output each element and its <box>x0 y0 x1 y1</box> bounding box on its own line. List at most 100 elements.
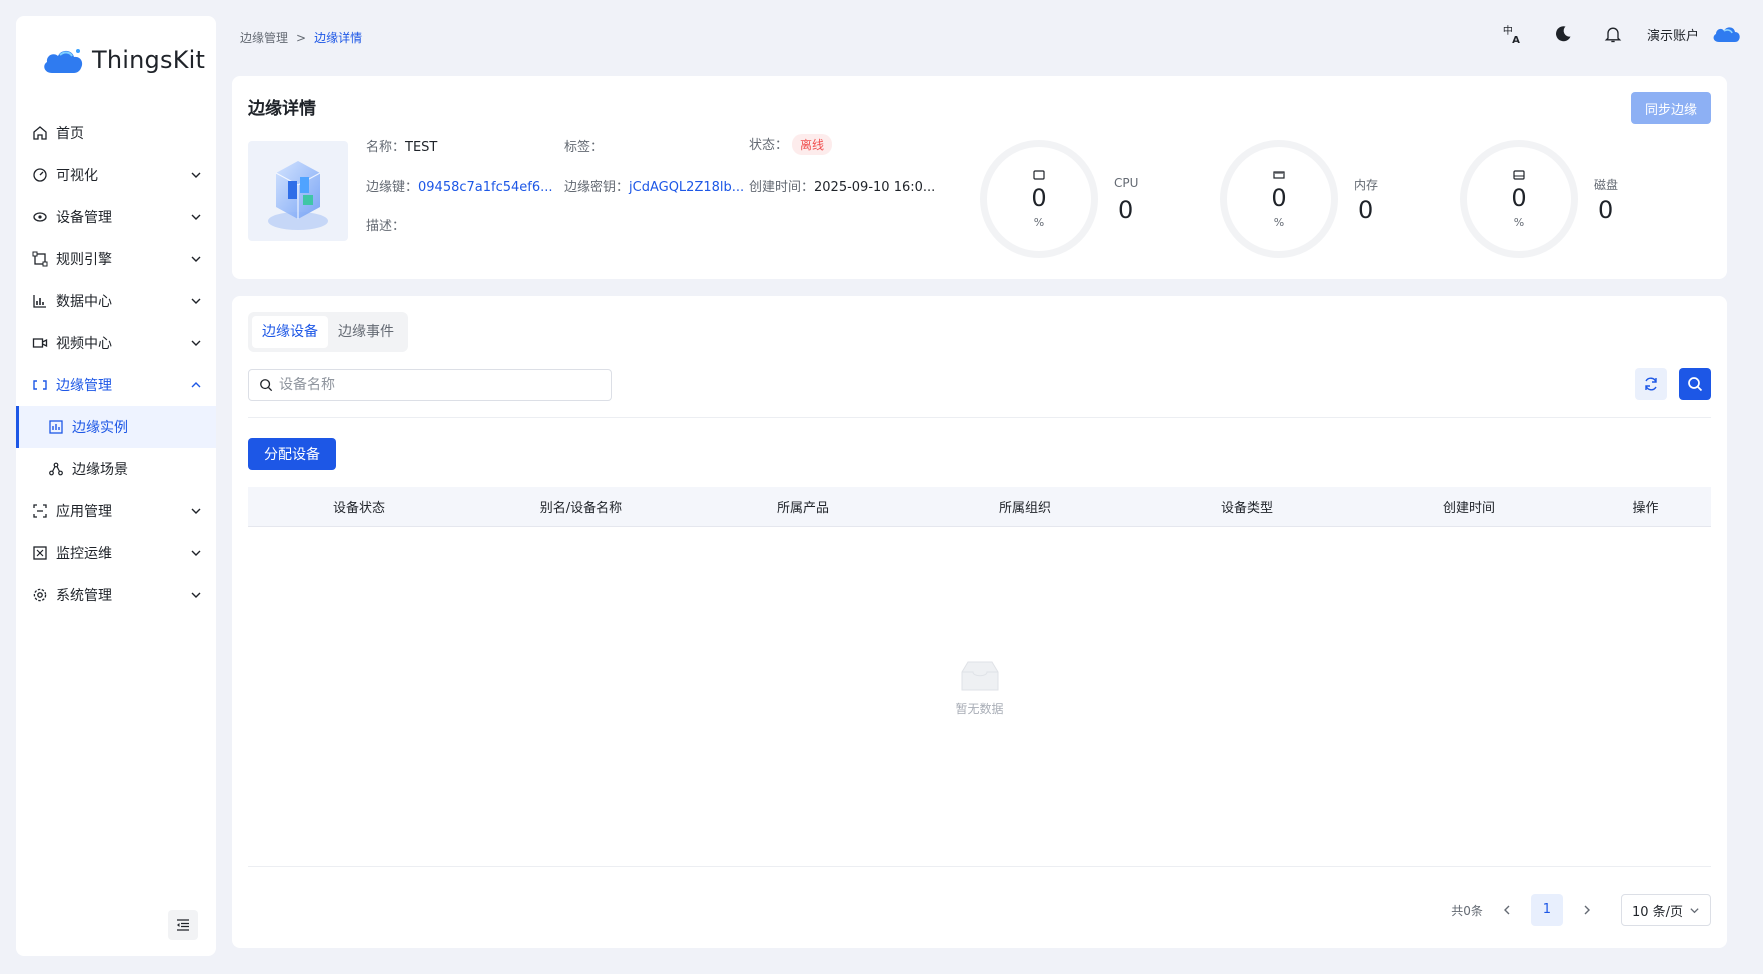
description-label: 描述： <box>366 219 406 234</box>
app-icon <box>32 503 48 519</box>
bell-icon[interactable] <box>1601 22 1625 46</box>
sidebar-item-video-center[interactable]: 视频中心 <box>16 322 216 364</box>
sidebar-item-label: 边缘管理 <box>56 378 112 394</box>
memory-stat: 0 % 内存 0 <box>1220 140 1450 260</box>
created-time-value: 2025-09-10 16:0... <box>814 180 936 195</box>
refresh-icon <box>1645 377 1657 391</box>
sidebar-item-label: 视频中心 <box>56 336 112 352</box>
tab-edge-events[interactable]: 边缘事件 <box>328 316 404 348</box>
sidebar-item-monitoring[interactable]: 监控运维 <box>16 532 216 574</box>
chevron-down-icon <box>190 253 202 265</box>
prev-page-button[interactable] <box>1493 896 1521 924</box>
tab-edge-devices[interactable]: 边缘设备 <box>252 316 328 348</box>
sidebar-item-label: 边缘实例 <box>72 420 128 436</box>
column-header[interactable]: 设备类型 <box>1136 497 1358 516</box>
column-header[interactable]: 所属组织 <box>914 497 1136 516</box>
status-field: 状态： 离线 <box>749 134 833 155</box>
header-actions: 中A 演示账户 <box>1475 22 1741 46</box>
chevron-up-icon <box>190 379 202 391</box>
empty-inbox-icon <box>961 661 998 691</box>
cpu-label: CPU <box>1114 176 1139 190</box>
sidebar-item-label: 设备管理 <box>56 210 112 226</box>
chevron-right-icon <box>1584 905 1590 915</box>
cpu-ring-value: 0 <box>1031 184 1047 213</box>
chevron-down-icon <box>190 547 202 559</box>
sidebar-item-edge-instance[interactable]: 边缘实例 <box>16 406 216 448</box>
search-icon <box>1688 377 1703 392</box>
edge-detail-card: 边缘详情 同步边缘 名称：TEST 标签： 状态： 离线 边缘键：09458c7a… <box>232 76 1727 279</box>
disk-value: 0 <box>1598 196 1614 224</box>
disk-ring: 0 % <box>1460 140 1578 258</box>
translate-icon[interactable]: 中A <box>1501 22 1525 46</box>
next-page-button[interactable] <box>1573 896 1601 924</box>
name-field: 名称：TEST <box>366 136 437 155</box>
edge-secret-field: 边缘密钥：jCdAGQL2Z18lb... <box>564 176 744 195</box>
tab-bar: 边缘设备 边缘事件 <box>248 312 408 352</box>
cloud-logo-icon <box>44 49 83 73</box>
column-header[interactable]: 创建时间 <box>1358 497 1580 516</box>
name-label: 名称： <box>366 140 406 155</box>
name-value: TEST <box>405 140 438 155</box>
empty-text: 暂无数据 <box>955 702 1004 716</box>
pagination: 共0条 1 10 条/页 <box>1451 894 1711 926</box>
sidebar-item-rule-engine[interactable]: 规则引擎 <box>16 238 216 280</box>
rule-engine-icon <box>32 251 48 267</box>
device-name-search-input[interactable] <box>279 377 579 393</box>
chevron-down-icon <box>190 295 202 307</box>
sidebar-item-app-management[interactable]: 应用管理 <box>16 490 216 532</box>
column-header[interactable]: 所属产品 <box>692 497 914 516</box>
dashboard-icon <box>32 167 48 183</box>
top-header: 边缘管理 > 边缘详情 中A 演示账户 <box>232 0 1747 74</box>
disk-icon <box>1513 170 1525 180</box>
chevron-down-icon <box>190 589 202 601</box>
breadcrumb: 边缘管理 > 边缘详情 <box>240 29 362 46</box>
chevron-down-icon <box>190 505 202 517</box>
app-logo[interactable]: ThingsKit <box>16 16 216 104</box>
memory-label: 内存 <box>1354 178 1379 192</box>
edge-icon <box>32 377 48 393</box>
memory-icon <box>1273 171 1285 179</box>
dark-mode-icon[interactable] <box>1551 22 1575 46</box>
divider <box>248 417 1711 418</box>
page-number[interactable]: 1 <box>1530 894 1563 926</box>
description-field: 描述： <box>366 215 405 234</box>
page-size-select[interactable]: 10 条/页 <box>1620 894 1711 926</box>
edge-devices-card: 边缘设备 边缘事件 分配设备 设备状态 别名/设备名称 所属产品 所属组织 设备… <box>232 296 1727 948</box>
sidebar-item-system-management[interactable]: 系统管理 <box>16 574 216 616</box>
sidebar-item-device-management[interactable]: 设备管理 <box>16 196 216 238</box>
sidebar: ThingsKit 首页 可视化 设备管理 规则引擎 数据中心 视频中心 边缘管… <box>16 16 216 956</box>
page-title: 边缘详情 <box>248 99 316 119</box>
memory-ring-value: 0 <box>1271 184 1287 213</box>
sidebar-item-data-center[interactable]: 数据中心 <box>16 280 216 322</box>
account-name[interactable]: 演示账户 <box>1647 25 1699 44</box>
sidebar-item-label: 监控运维 <box>56 546 112 562</box>
sidebar-item-visualization[interactable]: 可视化 <box>16 154 216 196</box>
sidebar-item-edge-scene[interactable]: 边缘场景 <box>16 448 216 490</box>
sidebar-item-label: 可视化 <box>56 168 98 184</box>
search-box <box>248 369 612 401</box>
created-time-field: 创建时间：2025-09-10 16:0... <box>749 176 935 195</box>
breadcrumb-current: 边缘详情 <box>314 31 363 45</box>
search-button[interactable] <box>1679 368 1711 400</box>
edge-secret-value[interactable]: jCdAGQL2Z18lb... <box>629 180 744 195</box>
column-header[interactable]: 别名/设备名称 <box>470 497 692 516</box>
edge-key-value[interactable]: 09458c7a1fc54ef6... <box>418 180 553 195</box>
refresh-button[interactable] <box>1635 368 1667 400</box>
breadcrumb-separator: > <box>296 30 307 45</box>
app-name: ThingsKit <box>92 46 206 74</box>
home-icon <box>32 125 48 141</box>
disk-stat: 0 % 磁盘 0 <box>1460 140 1690 260</box>
device-icon <box>32 209 48 225</box>
edge-key-label: 边缘键： <box>366 180 419 195</box>
created-time-label: 创建时间： <box>749 180 815 195</box>
avatar[interactable] <box>1711 22 1741 46</box>
video-icon <box>32 335 48 351</box>
sync-edge-button[interactable]: 同步边缘 <box>1631 92 1711 124</box>
cpu-ring: 0 % <box>980 140 1098 258</box>
assign-device-button[interactable]: 分配设备 <box>248 438 336 470</box>
sidebar-item-home[interactable]: 首页 <box>16 112 216 154</box>
sidebar-item-edge-management[interactable]: 边缘管理 <box>16 364 216 406</box>
column-header[interactable]: 设备状态 <box>248 497 470 516</box>
collapse-sidebar-button[interactable] <box>168 910 198 940</box>
breadcrumb-parent[interactable]: 边缘管理 <box>240 29 288 46</box>
